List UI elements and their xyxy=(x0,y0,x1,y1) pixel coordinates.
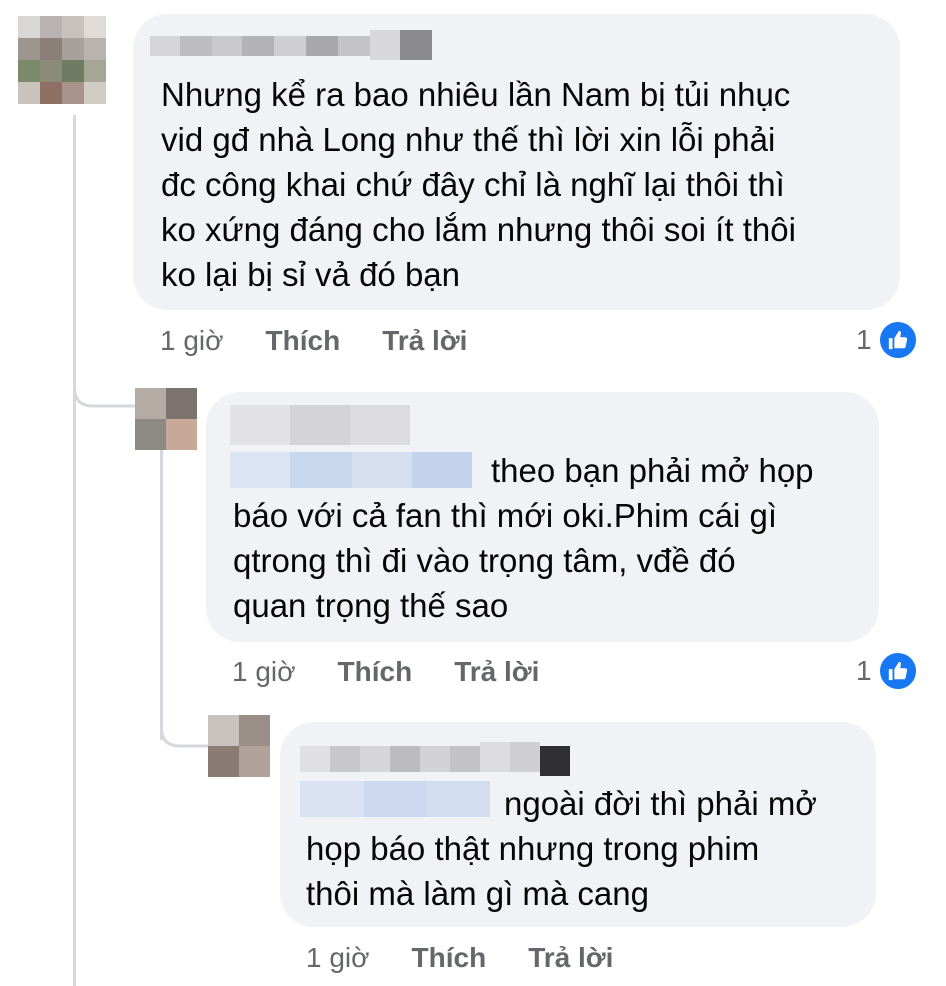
avatar[interactable] xyxy=(135,388,197,450)
author-name[interactable] xyxy=(150,30,435,62)
author-name[interactable] xyxy=(230,405,410,445)
reply-time[interactable]: 1 giờ xyxy=(232,654,296,690)
avatar[interactable] xyxy=(208,715,270,777)
reply-text: theo bạn phải mở họp báo với cả fan thì … xyxy=(233,452,814,624)
thread-line-main xyxy=(73,115,76,986)
reaction-count: 1 xyxy=(856,324,872,355)
reaction-count: 1 xyxy=(856,655,872,686)
reply-button[interactable]: Trả lời xyxy=(528,940,613,976)
comment-actions: 1 giờ Thích Trả lời xyxy=(160,323,467,359)
nested-reply-actions: 1 giờ Thích Trả lời xyxy=(306,940,613,976)
reaction-summary[interactable]: 1 xyxy=(856,651,918,691)
reply-button[interactable]: Trả lời xyxy=(454,654,539,690)
nested-reply-text: ngoài đời thì phải mở họp báo thật nhưng… xyxy=(306,785,817,912)
like-button[interactable]: Thích xyxy=(266,323,341,359)
thread-curve-1 xyxy=(73,360,141,408)
reaction-summary[interactable]: 1 xyxy=(856,320,918,360)
comment-text: Nhưng kể ra bao nhiêu lần Nam bị tủi nhụ… xyxy=(161,76,796,293)
avatar[interactable] xyxy=(18,16,106,104)
thumbs-up-icon xyxy=(877,651,918,691)
author-name[interactable] xyxy=(300,742,572,776)
reply-button[interactable]: Trả lời xyxy=(382,323,467,359)
thread-line-sub xyxy=(160,450,163,740)
like-button[interactable]: Thích xyxy=(412,940,487,976)
reply-actions: 1 giờ Thích Trả lời xyxy=(232,654,539,690)
like-button[interactable]: Thích xyxy=(338,654,413,690)
comment-time[interactable]: 1 giờ xyxy=(160,323,224,359)
thumbs-up-icon xyxy=(877,320,918,360)
nested-reply-time[interactable]: 1 giờ xyxy=(306,940,370,976)
